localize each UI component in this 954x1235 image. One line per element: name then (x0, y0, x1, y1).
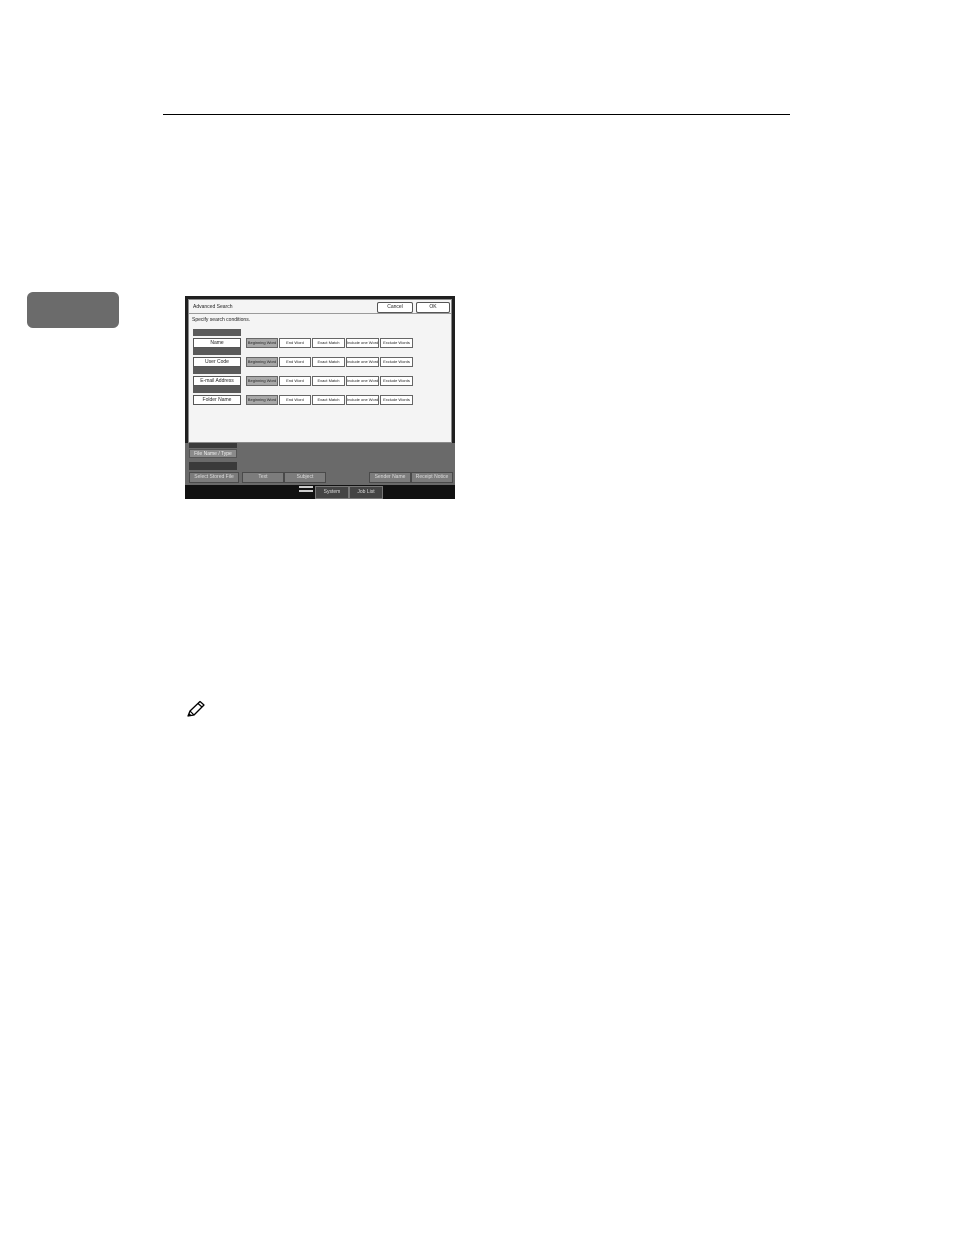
receipt-notice-button[interactable]: Receipt Notice (411, 472, 453, 483)
pencil-note-icon (187, 700, 205, 717)
lower-panel: File Name / Type Select Stored File Text… (185, 443, 455, 499)
device-screen: Advanced Search Cancel OK Specify search… (185, 296, 455, 499)
option-include-one-word[interactable]: Include one Word (346, 357, 379, 367)
header-rule (163, 114, 790, 115)
option-end-word[interactable]: End Word (279, 357, 311, 367)
dialog-instruction: Specify search conditions. (192, 317, 251, 323)
search-field-button[interactable]: E-mail Address (193, 376, 241, 386)
option-end-word[interactable]: End Word (279, 376, 311, 386)
search-row-user-code: User Code Beginning Word End Word Exact … (189, 348, 451, 368)
sender-name-button[interactable]: Sender Name (369, 472, 411, 483)
option-include-one-word[interactable]: Include one Word (346, 376, 379, 386)
option-beginning-word[interactable]: Beginning Word (246, 357, 278, 367)
input-field[interactable] (193, 367, 241, 374)
option-exact-match[interactable]: Exact Match (312, 338, 345, 348)
option-exclude-words[interactable]: Exclude Words (380, 338, 413, 348)
search-row-name: Name Beginning Word End Word Exact Match… (189, 329, 451, 349)
input-field[interactable] (193, 329, 241, 336)
text-button[interactable]: Text (242, 472, 284, 483)
left-tab-bar (189, 462, 237, 470)
option-beginning-word[interactable]: Beginning Word (246, 376, 278, 386)
select-stored-file-button[interactable]: Select Stored File (189, 472, 239, 483)
input-field[interactable] (193, 348, 241, 355)
option-exclude-words[interactable]: Exclude Words (380, 376, 413, 386)
job-list-button[interactable]: Job List (349, 486, 383, 499)
ok-button[interactable]: OK (416, 302, 450, 313)
option-exact-match[interactable]: Exact Match (312, 395, 345, 405)
cancel-button[interactable]: Cancel (377, 302, 413, 313)
option-exact-match[interactable]: Exact Match (312, 357, 345, 367)
option-exact-match[interactable]: Exact Match (312, 376, 345, 386)
status-indicator-icon (299, 486, 313, 497)
subject-button[interactable]: Subject (284, 472, 326, 483)
search-field-button[interactable]: User Code (193, 357, 241, 367)
dialog-title: Advanced Search (193, 304, 233, 310)
dialog-separator (189, 313, 451, 314)
option-exclude-words[interactable]: Exclude Words (380, 357, 413, 367)
option-beginning-word[interactable]: Beginning Word (246, 395, 278, 405)
option-beginning-word[interactable]: Beginning Word (246, 338, 278, 348)
status-bar: System Status Job List (185, 485, 455, 499)
search-row-folder-name: Folder Name Beginning Word End Word Exac… (189, 386, 451, 406)
file-name-type-tab[interactable]: File Name / Type (189, 449, 237, 458)
option-include-one-word[interactable]: Include one Word (346, 395, 379, 405)
search-field-button[interactable]: Name (193, 338, 241, 348)
option-end-word[interactable]: End Word (279, 338, 311, 348)
system-status-button[interactable]: System Status (315, 486, 349, 499)
input-field[interactable] (193, 386, 241, 393)
advanced-search-dialog: Advanced Search Cancel OK Specify search… (188, 299, 452, 443)
search-field-button[interactable]: Folder Name (193, 395, 241, 405)
left-tab-header (189, 443, 237, 448)
chapter-tab (27, 292, 119, 328)
option-end-word[interactable]: End Word (279, 395, 311, 405)
search-row-email: E-mail Address Beginning Word End Word E… (189, 367, 451, 387)
option-include-one-word[interactable]: Include one Word (346, 338, 379, 348)
option-exclude-words[interactable]: Exclude Words (380, 395, 413, 405)
